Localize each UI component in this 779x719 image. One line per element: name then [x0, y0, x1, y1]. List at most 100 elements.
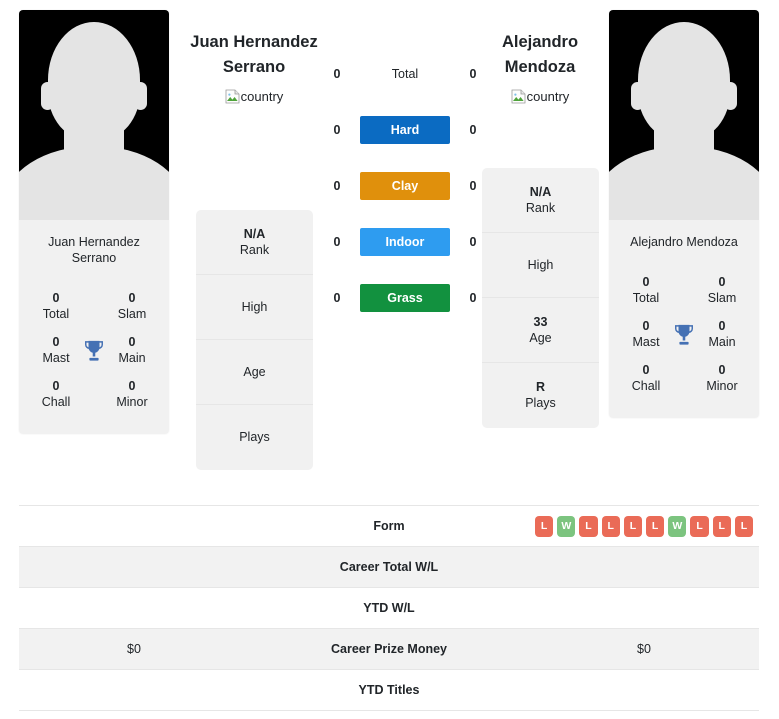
broken-image-icon: [511, 89, 526, 104]
surface-row-hard: 0 Hard 0: [330, 116, 480, 144]
surface-comparison: 0 Total 0 0 Hard 0 0 Clay 0 0 Indoor 0 0: [330, 60, 480, 312]
stat-total-value: 0: [642, 275, 650, 289]
stat-minor-label: Minor: [116, 395, 148, 409]
left-indoor-wins: 0: [333, 235, 341, 249]
form-badge-l[interactable]: L: [579, 515, 598, 537]
form-badge-w[interactable]: W: [557, 515, 576, 537]
form-badge-l[interactable]: L: [734, 515, 754, 537]
stat-total-value: 0: [52, 291, 60, 305]
stat-slam-value: 0: [128, 291, 136, 305]
titles-row-total-slam: 0 Total 0 Slam: [19, 284, 169, 328]
stat-slam-label: Slam: [707, 291, 737, 305]
surface-label-grass[interactable]: Grass: [360, 284, 450, 312]
form-badge-l[interactable]: L: [690, 515, 709, 537]
row-label-career-prize-money: Career Prize Money: [330, 642, 448, 656]
left-player-name-block: Juan Hernandez Serrano country: [179, 30, 329, 109]
rank-value: N/A: [529, 184, 552, 199]
stat-main-label: Main: [118, 351, 146, 365]
table-row-ytd-titles: YTD Titles: [19, 669, 759, 711]
stat-slam-value: 0: [718, 275, 726, 289]
titles-row-chall-minor: 0 Chall 0 Minor: [19, 372, 169, 416]
right-player-photo-card: Alejandro Mendoza 0 Total 0 Slam 0 Mast …: [609, 10, 759, 418]
table-row-career-prize-money: $0 Career Prize Money $0: [19, 628, 759, 670]
avatar-ear-right-shape: [724, 82, 737, 110]
stat-chall-value: 0: [52, 379, 60, 393]
left-ytd-wl: [19, 588, 249, 629]
stat-mast-label: Mast: [42, 351, 70, 365]
stat-main-label: Main: [708, 335, 736, 349]
stat-minor: 0 Minor: [693, 362, 751, 394]
row-label-ytd-wl: YTD W/L: [363, 601, 415, 615]
stat-chall-value: 0: [642, 363, 650, 377]
left-player-name-line2: Serrano: [222, 58, 286, 76]
right-hard-wins: 0: [469, 123, 477, 137]
left-player-photo-card: Juan Hernandez Serrano 0 Total 0 Slam 0 …: [19, 10, 169, 434]
right-player-card[interactable]: Alejandro Mendoza 0 Total 0 Slam 0 Mast …: [609, 10, 759, 418]
stat-mast-label: Mast: [632, 335, 660, 349]
left-player-titles-grid: 0 Total 0 Slam 0 Mast 0 Main 0 Chall 0 M…: [19, 268, 169, 434]
rank-cell-plays: Plays: [196, 405, 313, 470]
form-badge-l[interactable]: L: [623, 515, 643, 537]
left-clay-wins: 0: [333, 179, 341, 193]
stat-chall: 0 Chall: [27, 378, 85, 410]
left-total-wins: 0: [333, 67, 341, 81]
left-player-card[interactable]: Juan Hernandez Serrano 0 Total 0 Slam 0 …: [19, 10, 169, 434]
age-label: Age: [529, 330, 552, 345]
stat-mast-value: 0: [642, 319, 650, 333]
form-badge-l[interactable]: L: [712, 515, 731, 537]
form-badge-l[interactable]: L: [535, 515, 554, 537]
avatar-body-shape: [609, 146, 759, 220]
form-badge-l[interactable]: L: [601, 515, 620, 537]
avatar-ear-left-shape: [631, 82, 644, 110]
right-player-card-name-line1: Alejandro Mendoza: [630, 235, 738, 249]
age-value: 33: [533, 314, 548, 329]
left-hard-wins: 0: [333, 123, 341, 137]
stat-minor-value: 0: [128, 379, 136, 393]
titles-row-total-slam: 0 Total 0 Slam: [609, 268, 759, 312]
rank-cell-high: High: [196, 275, 313, 340]
surface-label-clay[interactable]: Clay: [360, 172, 450, 200]
stat-chall-label: Chall: [41, 395, 71, 409]
left-player-rank-panel: N/A Rank High Age Plays: [196, 210, 313, 470]
rank-cell-plays: R Plays: [482, 363, 599, 428]
row-label-ytd-titles: YTD Titles: [358, 683, 420, 697]
surface-label-indoor[interactable]: Indoor: [360, 228, 450, 256]
right-player-avatar: [609, 10, 759, 220]
right-player-name-line1: Alejandro: [501, 33, 579, 51]
stat-mast-value: 0: [52, 335, 60, 349]
plays-value: R: [535, 380, 546, 394]
right-player-name-line2: Mendoza: [504, 58, 576, 76]
comparison-stats-table: Form LWLLLLWLLL Career Total W/L YTD W/L…: [19, 505, 759, 711]
stat-minor-label: Minor: [706, 379, 738, 393]
form-badge-w[interactable]: W: [668, 515, 687, 537]
stat-slam: 0 Slam: [693, 274, 751, 306]
stat-main-value: 0: [128, 335, 136, 349]
stat-slam-label: Slam: [117, 307, 147, 321]
rank-cell-rank: N/A Rank: [482, 168, 599, 233]
right-player-titles-grid: 0 Total 0 Slam 0 Mast 0 Main 0 Chall 0 M…: [609, 252, 759, 418]
right-ytd-wl: [529, 588, 759, 629]
right-clay-wins: 0: [469, 179, 477, 193]
left-player-country: country: [225, 88, 283, 105]
age-label: Age: [243, 364, 266, 379]
right-player-rank-panel: N/A Rank High 33 Age R Plays: [482, 168, 599, 428]
broken-image-icon: [225, 89, 240, 104]
trophy-icon: [673, 323, 695, 347]
row-label-form: Form: [373, 519, 405, 533]
surface-label-hard[interactable]: Hard: [360, 116, 450, 144]
form-badge-l[interactable]: L: [646, 515, 665, 537]
stat-total-label: Total: [42, 307, 70, 321]
left-career-total-wl: [19, 547, 249, 588]
right-career-prize-money: $0: [637, 642, 651, 656]
plays-label: Plays: [239, 430, 270, 444]
form-badge-list: LWLLLLWLLL: [535, 515, 754, 537]
right-player-country: country: [511, 88, 569, 105]
stat-total: 0 Total: [27, 290, 85, 322]
stat-total: 0 Total: [617, 274, 675, 306]
left-player-card-name: Juan Hernandez Serrano: [19, 220, 169, 268]
right-form-cell: LWLLLLWLLL: [529, 506, 759, 547]
right-player-card-name: Alejandro Mendoza: [609, 220, 759, 252]
avatar-body-shape: [19, 146, 169, 220]
avatar-ear-right-shape: [134, 82, 147, 110]
left-grass-wins: 0: [333, 291, 341, 305]
